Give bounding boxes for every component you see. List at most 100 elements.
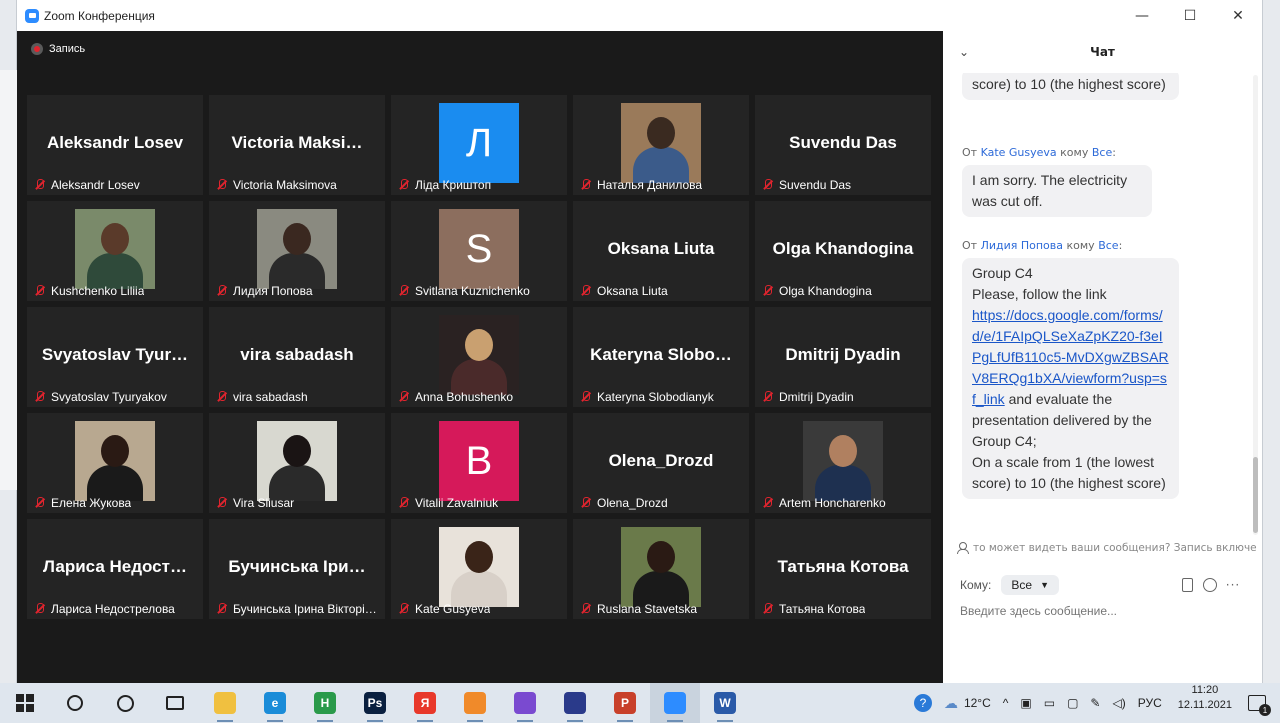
participant-name: Vitalii Zavalniuk: [415, 496, 499, 510]
search-button[interactable]: [50, 683, 100, 723]
cortana-button[interactable]: [100, 683, 150, 723]
mic-muted-icon: [761, 496, 775, 510]
recording-indicator[interactable]: Запись: [31, 43, 85, 55]
sender-name[interactable]: Лидия Попова: [981, 239, 1063, 252]
recipient-select[interactable]: Все ▼: [1001, 575, 1059, 595]
participant-tile[interactable]: Ruslana Stavetska: [573, 519, 749, 619]
volume-icon[interactable]: ◁): [1106, 683, 1131, 723]
task-view-icon: [166, 696, 184, 710]
participant-tile[interactable]: Л Ліда Криштоп: [391, 95, 567, 195]
pen-icon[interactable]: ✎: [1084, 683, 1106, 723]
participant-tile[interactable]: Anna Bohushenko: [391, 307, 567, 407]
taskbar-app-chrome-profile[interactable]: Н: [300, 683, 350, 723]
language-indicator[interactable]: РУС: [1132, 683, 1168, 723]
emoji-icon[interactable]: [1203, 577, 1217, 593]
to-suffix: :: [1112, 146, 1116, 159]
participant-tile[interactable]: Татьяна Котова Татьяна Котова: [755, 519, 931, 619]
participant-name: Victoria Maksimova: [233, 178, 337, 192]
mic-muted-icon: [397, 284, 411, 298]
chrome-profile-icon: Н: [314, 692, 336, 714]
mic-muted-icon: [215, 284, 229, 298]
taskbar-app-app-orange[interactable]: [450, 683, 500, 723]
chat-scrollbar-thumb[interactable]: [1253, 457, 1258, 533]
close-button[interactable]: ✕: [1214, 0, 1262, 31]
minimize-button[interactable]: —: [1118, 0, 1166, 31]
battery-icon[interactable]: ▭: [1038, 683, 1061, 723]
participant-tile[interactable]: Oksana Liuta Oksana Liuta: [573, 201, 749, 301]
recording-label: Запись: [49, 43, 86, 55]
participant-display-name: Svyatoslav Tyur…: [41, 345, 189, 364]
to-suffix: :: [1118, 239, 1123, 252]
participant-tile[interactable]: Svyatoslav Tyur… Svyatoslav Tyuryakov: [27, 307, 203, 407]
participant-tile[interactable]: Бучинська Іри… Бучинська Ірина Вікторі…: [209, 519, 385, 619]
taskbar-app-powerpoint[interactable]: P: [600, 683, 650, 723]
file-icon[interactable]: [1180, 577, 1194, 593]
participant-tile[interactable]: Olena_Drozd Olena_Drozd: [573, 413, 749, 513]
chat-privacy-notice[interactable]: то может видеть ваши сообщения? Запись в…: [957, 542, 1257, 554]
participant-label: Vitalii Zavalniuk: [397, 496, 498, 510]
start-button[interactable]: [0, 683, 50, 723]
maximize-button[interactable]: ☐: [1166, 0, 1214, 31]
participant-tile[interactable]: Artem Honcharenko: [755, 413, 931, 513]
weather-widget[interactable]: ☁ 12°C: [938, 683, 997, 723]
participant-tile[interactable]: Елена Жукова: [27, 413, 203, 513]
mic-muted-icon: [579, 496, 593, 510]
participant-name: Svyatoslav Tyuryakov: [51, 390, 167, 404]
participant-tile[interactable]: Kushchenko Liliia: [27, 201, 203, 301]
taskbar-app-photoshop[interactable]: Ps: [350, 683, 400, 723]
notification-center[interactable]: 1: [1242, 683, 1280, 723]
sender-name[interactable]: Kate Gusyeva: [981, 146, 1057, 159]
tray-app-icon[interactable]: ▣: [1014, 683, 1037, 723]
participant-tile[interactable]: Kateryna Slobo… Kateryna Slobodianyk: [573, 307, 749, 407]
chat-message-input[interactable]: [960, 604, 1250, 618]
to-label: Кому:: [960, 578, 992, 592]
participant-name: Oksana Liuta: [597, 284, 668, 298]
clock[interactable]: 11:20 12.11.2021: [1168, 683, 1242, 723]
participant-tile[interactable]: Olga Khandogina Olga Khandogina: [755, 201, 931, 301]
recipient-name[interactable]: Все: [1098, 239, 1118, 252]
mic-muted-icon: [579, 390, 593, 404]
monitor-icon[interactable]: ▢: [1061, 683, 1084, 723]
participant-name: Olena_Drozd: [597, 496, 668, 510]
app-orange-icon: [464, 692, 486, 714]
participant-name: Ruslana Stavetska: [597, 602, 698, 616]
participant-tile[interactable]: Лариса Недост… Лариса Недострелова: [27, 519, 203, 619]
task-view-button[interactable]: [150, 683, 200, 723]
taskbar-app-zoom[interactable]: [650, 683, 700, 723]
participant-tile[interactable]: Наталья Данилова: [573, 95, 749, 195]
taskbar-app-file-explorer[interactable]: [200, 683, 250, 723]
to-mid: кому: [1063, 239, 1099, 252]
participant-name: Aleksandr Losev: [51, 178, 140, 192]
participant-name: Татьяна Котова: [779, 602, 866, 616]
taskbar-app-word[interactable]: W: [700, 683, 750, 723]
participant-tile[interactable]: Vira Sliusar: [209, 413, 385, 513]
participant-tile[interactable]: В Vitalii Zavalniuk: [391, 413, 567, 513]
taskbar-app-edge[interactable]: e: [250, 683, 300, 723]
taskbar-app-viber[interactable]: [500, 683, 550, 723]
participant-tile[interactable]: Kate Gusyeva: [391, 519, 567, 619]
participant-name: Kateryna Slobodianyk: [597, 390, 714, 404]
participant-tile[interactable]: Aleksandr Losev Aleksandr Losev: [27, 95, 203, 195]
participant-display-name: Victoria Maksi…: [231, 133, 363, 152]
mic-muted-icon: [397, 602, 411, 616]
taskbar-app-save-app[interactable]: [550, 683, 600, 723]
help-icon[interactable]: ?: [908, 683, 938, 723]
window-title: Zoom Конференция: [44, 8, 155, 23]
participant-tile[interactable]: Suvendu Das Suvendu Das: [755, 95, 931, 195]
participant-tile[interactable]: vira sabadash vira sabadash: [209, 307, 385, 407]
participant-tile[interactable]: S Svitlana Kuznichenko: [391, 201, 567, 301]
participant-tile[interactable]: Dmitrij Dyadin Dmitrij Dyadin: [755, 307, 931, 407]
participant-tile[interactable]: Victoria Maksi… Victoria Maksimova: [209, 95, 385, 195]
chat-tools: ···: [1180, 577, 1240, 593]
participant-display-name: Olena_Drozd: [608, 451, 714, 470]
message-line: On a scale from 1 (the lowest score) to …: [972, 454, 1166, 491]
participant-label: Елена Жукова: [33, 496, 131, 510]
chat-messages[interactable]: score) to 10 (the highest score) От Kate…: [943, 73, 1262, 535]
taskbar-app-yandex[interactable]: Я: [400, 683, 450, 723]
chevron-down-icon[interactable]: ⌄: [959, 45, 969, 59]
recipient-name[interactable]: Все: [1092, 146, 1112, 159]
record-icon: [31, 43, 43, 55]
more-icon[interactable]: ···: [1226, 577, 1240, 593]
participant-tile[interactable]: Лидия Попова: [209, 201, 385, 301]
chevron-up-icon[interactable]: ^: [997, 683, 1015, 723]
